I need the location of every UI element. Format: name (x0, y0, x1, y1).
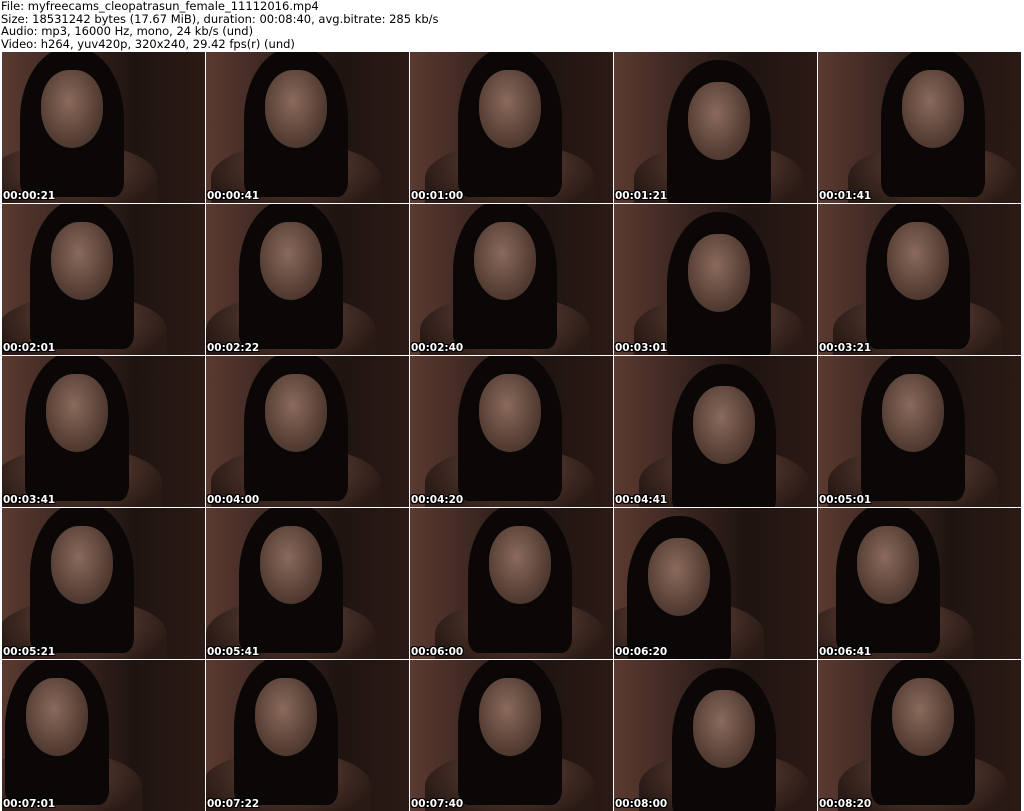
video-thumbnail: 00:05:21 (2, 508, 205, 659)
video-info: Video: h264, yuv420p, 320x240, 29.42 fps… (1, 36, 295, 51)
timestamp-label: 00:00:21 (3, 190, 56, 202)
figure-face (260, 222, 322, 300)
timestamp-label: 00:02:40 (411, 342, 464, 354)
figure-face (648, 538, 710, 616)
video-thumbnail: 00:01:21 (614, 52, 817, 203)
timestamp-label: 00:03:41 (3, 494, 56, 506)
audio-info: Audio: mp3, 16000 Hz, mono, 24 kb/s (und… (1, 24, 254, 39)
video-thumbnail: 00:06:41 (818, 508, 1021, 659)
figure-face (693, 690, 755, 768)
figure-face (892, 678, 954, 756)
figure-face (693, 386, 755, 464)
thumbnail-grid: 00:00:21 00:00:41 00:01:00 00:01:21 00:0… (2, 52, 1021, 811)
timestamp-label: 00:05:01 (819, 494, 872, 506)
timestamp-label: 00:07:40 (411, 798, 464, 810)
timestamp-label: 00:04:41 (615, 494, 668, 506)
video-thumbnail: 00:05:01 (818, 356, 1021, 507)
video-thumbnail: 00:04:20 (410, 356, 613, 507)
figure-face (882, 374, 944, 452)
figure-face (41, 70, 103, 148)
timestamp-label: 00:01:41 (819, 190, 872, 202)
figure-face (26, 678, 88, 756)
video-thumbnail: 00:02:22 (206, 204, 409, 355)
figure-face (479, 678, 541, 756)
figure-face (255, 678, 317, 756)
figure-face (688, 82, 750, 160)
file-info-header: File: myfreecams_cleopatrasun_female_111… (1, 0, 439, 50)
figure-face (887, 222, 949, 300)
video-thumbnail: 00:05:41 (206, 508, 409, 659)
timestamp-label: 00:03:21 (819, 342, 872, 354)
video-thumbnail: 00:07:01 (2, 660, 205, 811)
video-thumbnail: 00:07:22 (206, 660, 409, 811)
timestamp-label: 00:06:41 (819, 646, 872, 658)
figure-face (51, 222, 113, 300)
figure-face (265, 70, 327, 148)
timestamp-label: 00:02:01 (3, 342, 56, 354)
video-thumbnail: 00:08:00 (614, 660, 817, 811)
figure-face (489, 526, 551, 604)
timestamp-label: 00:04:20 (411, 494, 464, 506)
figure-face (474, 222, 536, 300)
video-thumbnail: 00:02:01 (2, 204, 205, 355)
figure-face (902, 70, 964, 148)
figure-face (51, 526, 113, 604)
timestamp-label: 00:01:00 (411, 190, 464, 202)
video-thumbnail: 00:06:20 (614, 508, 817, 659)
timestamp-label: 00:03:01 (615, 342, 668, 354)
timestamp-label: 00:05:41 (207, 646, 260, 658)
figure-face (857, 526, 919, 604)
file-name: File: myfreecams_cleopatrasun_female_111… (1, 0, 319, 13)
video-thumbnail: 00:01:41 (818, 52, 1021, 203)
video-thumbnail: 00:03:01 (614, 204, 817, 355)
timestamp-label: 00:04:00 (207, 494, 260, 506)
timestamp-label: 00:08:00 (615, 798, 668, 810)
video-thumbnail: 00:03:41 (2, 356, 205, 507)
video-thumbnail: 00:04:41 (614, 356, 817, 507)
figure-face (46, 374, 108, 452)
timestamp-label: 00:07:22 (207, 798, 260, 810)
timestamp-label: 00:08:20 (819, 798, 872, 810)
video-thumbnail: 00:00:41 (206, 52, 409, 203)
figure-face (688, 234, 750, 312)
video-thumbnail: 00:07:40 (410, 660, 613, 811)
video-thumbnail: 00:08:20 (818, 660, 1021, 811)
figure-face (479, 374, 541, 452)
video-thumbnail: 00:01:00 (410, 52, 613, 203)
video-thumbnail: 00:02:40 (410, 204, 613, 355)
timestamp-label: 00:01:21 (615, 190, 668, 202)
video-thumbnail: 00:06:00 (410, 508, 613, 659)
video-thumbnail: 00:03:21 (818, 204, 1021, 355)
timestamp-label: 00:00:41 (207, 190, 260, 202)
figure-face (265, 374, 327, 452)
video-thumbnail: 00:04:00 (206, 356, 409, 507)
timestamp-label: 00:05:21 (3, 646, 56, 658)
timestamp-label: 00:06:20 (615, 646, 668, 658)
figure-face (260, 526, 322, 604)
timestamp-label: 00:02:22 (207, 342, 260, 354)
timestamp-label: 00:06:00 (411, 646, 464, 658)
video-thumbnail: 00:00:21 (2, 52, 205, 203)
figure-face (479, 70, 541, 148)
timestamp-label: 00:07:01 (3, 798, 56, 810)
